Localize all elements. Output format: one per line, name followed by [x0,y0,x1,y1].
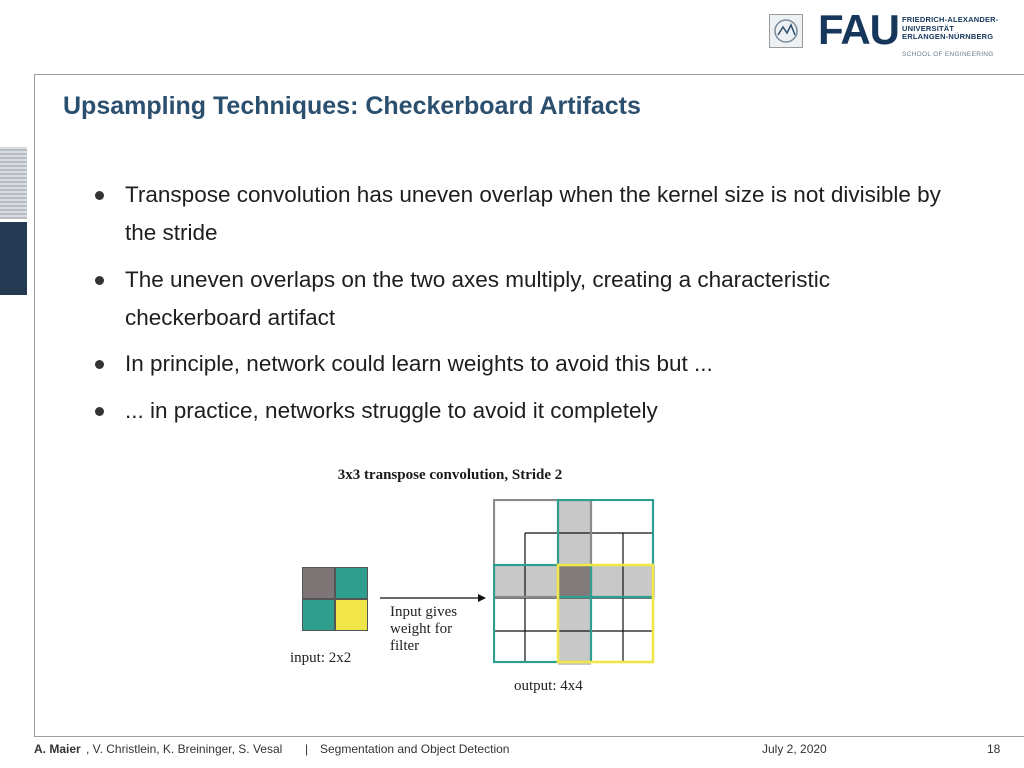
university-name-line-3: ERLANGEN-NÜRNBERG [902,32,994,42]
school-name: SCHOOL OF ENGINEERING [902,51,994,58]
footer-date: July 2, 2020 [762,742,827,756]
side-tab-light [0,147,27,219]
input-grid [302,567,368,631]
footer-course: Segmentation and Object Detection [320,742,510,756]
input-cell-yellow [335,599,368,631]
output-grid [493,499,655,665]
university-seal-logo [769,14,803,48]
bullet-dot-icon [95,276,104,285]
footer-page-number: 18 [987,742,1001,756]
seal-icon [774,19,798,43]
bullet-dot-icon [95,191,104,200]
university-name: FRIEDRICH-ALEXANDER- UNIVERSITÄT ERLANGE… [902,15,999,42]
bullet-text: The uneven overlaps on the two axes mult… [125,267,830,330]
input-cell-gray [302,567,335,599]
figure-caption: 3x3 transpose convolution, Stride 2 [337,467,563,483]
input-label: input: 2x2 [290,650,352,666]
footer: A. Maier , V. Christlein, K. Breininger,… [34,742,1024,758]
arrow-label: Input gives weight for filter [390,604,458,654]
footer-separator: | [305,742,309,756]
slide-title: Upsampling Techniques: Checkerboard Arti… [63,92,641,120]
output-grid-lines [493,499,655,664]
fau-logo: FAU [818,6,900,53]
bullet-text: ... in practice, networks struggle to av… [125,398,658,423]
input-cell-teal [302,599,335,631]
arrow-icon [380,594,486,602]
bullet-dot-icon [95,360,104,369]
footer-author-main: A. Maier [34,742,81,756]
footer-authors: , V. Christlein, K. Breininger, S. Vesal [86,742,283,756]
bullet-dot-icon [95,407,104,416]
side-tab-dark [0,222,27,295]
bullet-text: Transpose convolution has uneven overlap… [125,182,941,245]
output-label: output: 4x4 [514,678,583,694]
input-cell-teal [335,567,368,599]
bullet-text: In principle, network could learn weight… [125,351,713,376]
